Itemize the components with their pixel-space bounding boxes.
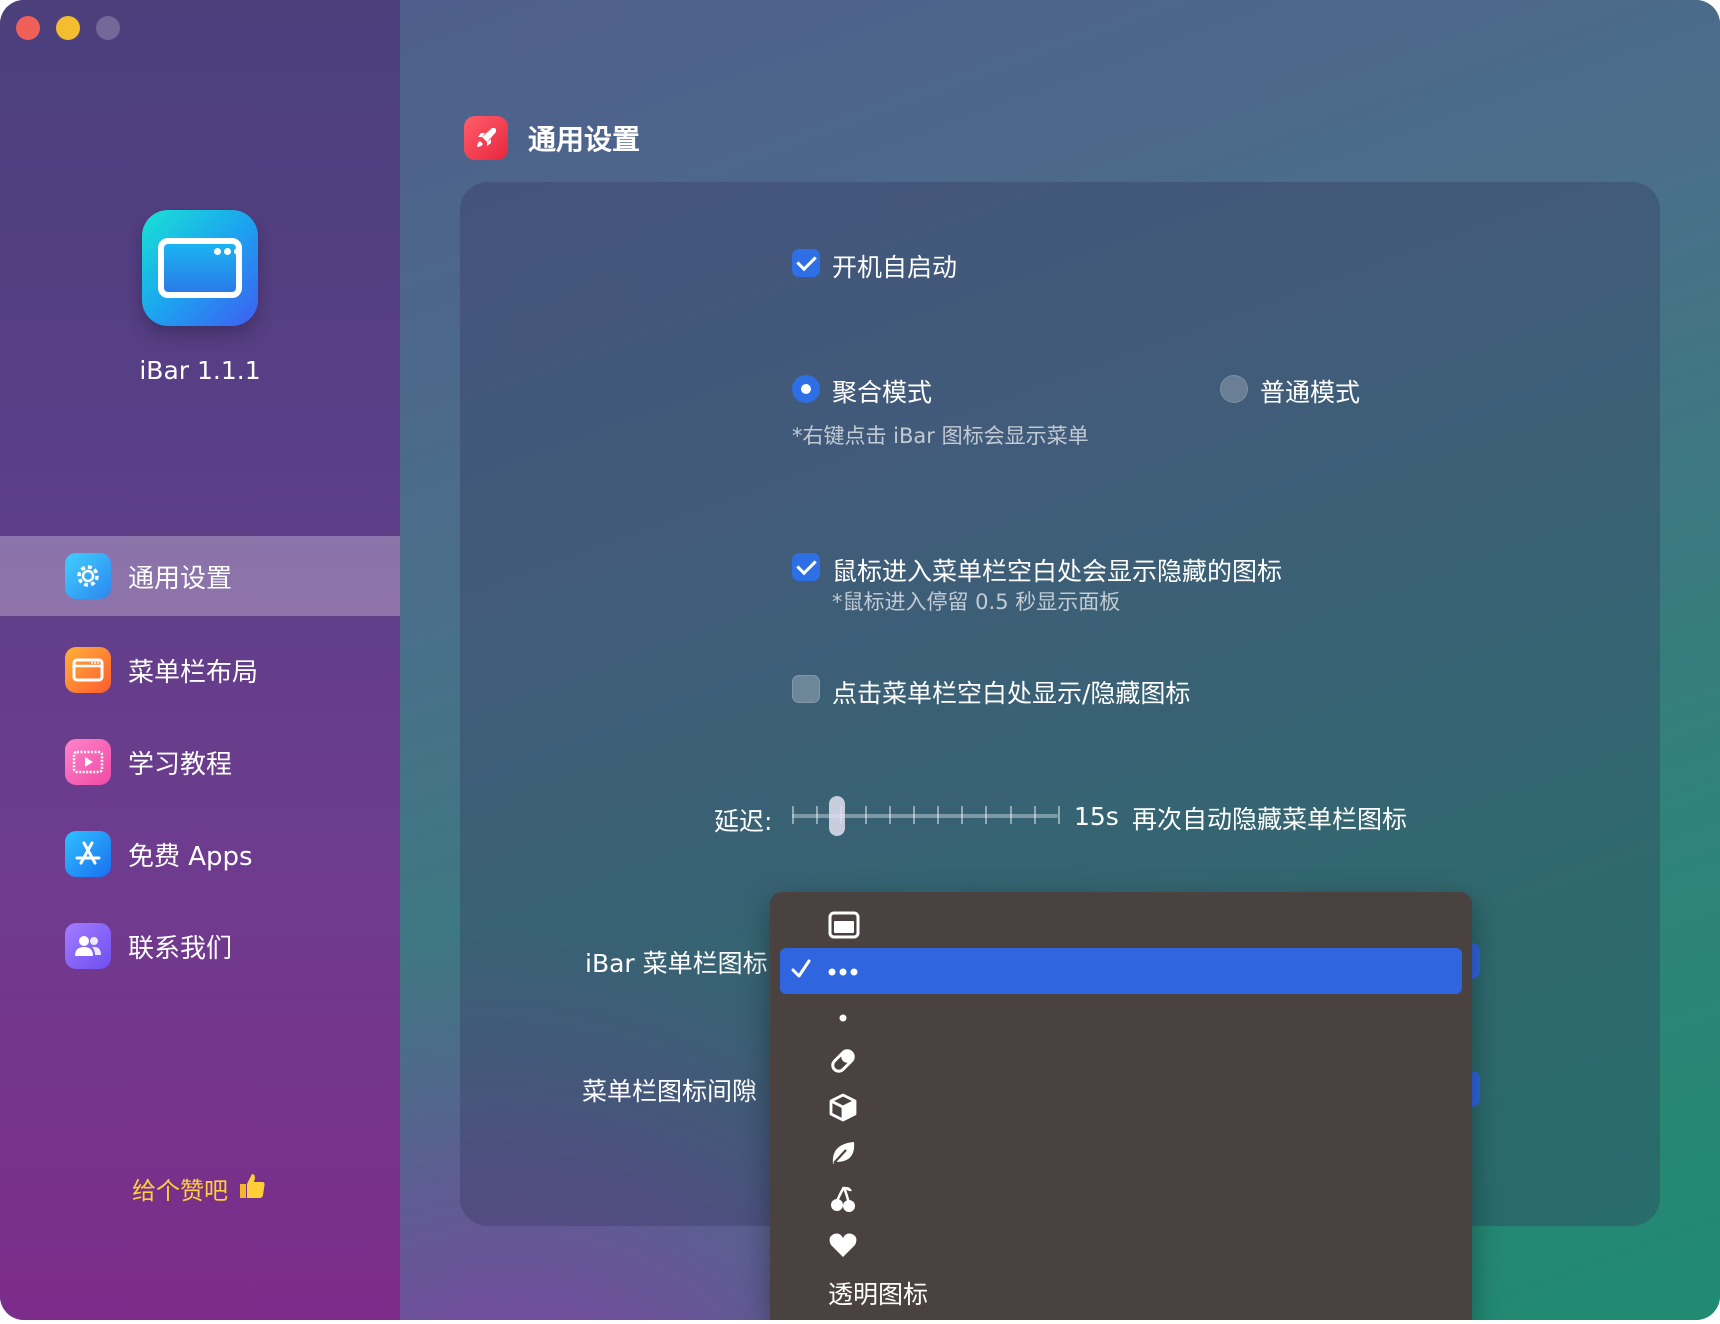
slider-tick [1034,806,1036,824]
sidebar-item-menubar-layout[interactable]: 菜单栏布局 [0,630,400,710]
sidebar-item-label: 通用设置 [128,563,233,594]
leaf-icon [828,1138,858,1172]
menu-item-heart[interactable] [780,1224,1462,1270]
sidebar-item-general[interactable]: 通用设置 [0,536,400,616]
normal-mode-radio[interactable] [1220,375,1248,403]
slider-tick [985,806,987,824]
slider-tick [792,806,794,824]
pill-icon [828,1046,858,1080]
click-toggle-label: 点击菜单栏空白处显示/隐藏图标 [832,679,1191,708]
give-a-like-label: 给个赞吧 [132,1176,228,1205]
close-window-button[interactable] [16,16,40,40]
video-tutorial-icon [65,739,111,785]
contacts-icon [65,923,111,969]
menu-item-cube[interactable] [780,1086,1462,1132]
mode-note: *右键点击 iBar 图标会显示菜单 [792,424,1089,448]
section-title: 通用设置 [528,123,641,156]
delay-slider-thumb[interactable] [829,796,845,836]
sidebar-item-label: 免费 Apps [128,841,253,872]
normal-mode-label: 普通模式 [1260,378,1361,407]
slider-tick [913,806,915,824]
menu-item-leaf[interactable] [780,1132,1462,1178]
app-logo-dot [234,248,241,255]
give-a-like-button[interactable]: 给个赞吧 [132,1170,268,1206]
hover-show-label: 鼠标进入菜单栏空白处会显示隐藏的图标 [832,557,1283,586]
menu-item-pill[interactable] [780,1040,1462,1086]
sidebar-item-label: 菜单栏布局 [128,657,259,688]
minimize-window-button[interactable] [56,16,80,40]
gear-icon [65,553,111,599]
app-name-version: iBar 1.1.1 [139,356,261,385]
window-icon [828,911,860,943]
transparent-icon-label: 透明图标 [828,1280,929,1309]
slider-tick [889,806,891,824]
sidebar-item-free-apps[interactable]: 免费 Apps [0,814,400,894]
rocket-icon [464,116,508,160]
app-logo-dot [224,248,231,255]
click-toggle-checkbox[interactable] [792,675,820,703]
app-logo-icon [142,210,258,326]
slider-tick [961,806,963,824]
menu-item-dot[interactable] [780,994,1462,1040]
delay-label: 延迟: [714,807,773,836]
icon-spacing-label: 菜单栏图标间隙 [582,1077,758,1106]
launch-at-login-checkbox[interactable] [792,249,820,277]
menu-item-window[interactable] [780,904,1462,950]
sidebar-item-tutorials[interactable]: 学习教程 [0,722,400,802]
app-window: iBar 1.1.1 通用设置 菜单栏布局 学习教程 免费 Apps 联系我们 … [0,0,1720,1320]
heart-icon [828,1231,858,1263]
sidebar-item-contact[interactable]: 联系我们 [0,906,400,986]
cube-icon [828,1092,858,1126]
slider-tick [865,806,867,824]
slider-tick [1010,806,1012,824]
app-logo-window [158,238,242,298]
menu-item-transparent[interactable]: 透明图标 [780,1270,1462,1316]
thumbs-up-icon [236,1170,268,1206]
sidebar: iBar 1.1.1 通用设置 菜单栏布局 学习教程 免费 Apps 联系我们 … [0,0,400,1320]
delay-suffix-label: 再次自动隐藏菜单栏图标 [1132,805,1408,834]
dot-icon [828,1008,858,1027]
hover-show-checkbox[interactable] [792,553,820,581]
cherries-icon [828,1184,858,1218]
app-logo-dot [214,248,221,255]
sidebar-item-label: 学习教程 [128,749,233,780]
slider-tick [816,806,818,824]
menu-item-cherries[interactable] [780,1178,1462,1224]
checkmark-icon [790,956,812,986]
menubar-icon-label: iBar 菜单栏图标 [585,949,768,978]
slider-tick [937,806,939,824]
launch-at-login-label: 开机自启动 [832,253,958,282]
hover-show-note: *鼠标进入停留 0.5 秒显示面板 [832,590,1121,614]
zoom-window-button[interactable] [96,16,120,40]
sidebar-item-label: 联系我们 [128,933,233,964]
menubar-icon-dropdown-menu: 透明图标 [770,892,1472,1320]
aggregate-mode-label: 聚合模式 [832,378,933,407]
aggregate-mode-radio[interactable] [792,375,820,403]
ellipsis-icon [828,962,858,981]
menu-item-ellipsis[interactable] [780,948,1462,994]
app-store-icon [65,831,111,877]
delay-value: 15s [1074,802,1119,831]
slider-tick [1058,806,1060,824]
menubar-layout-icon [65,647,111,693]
